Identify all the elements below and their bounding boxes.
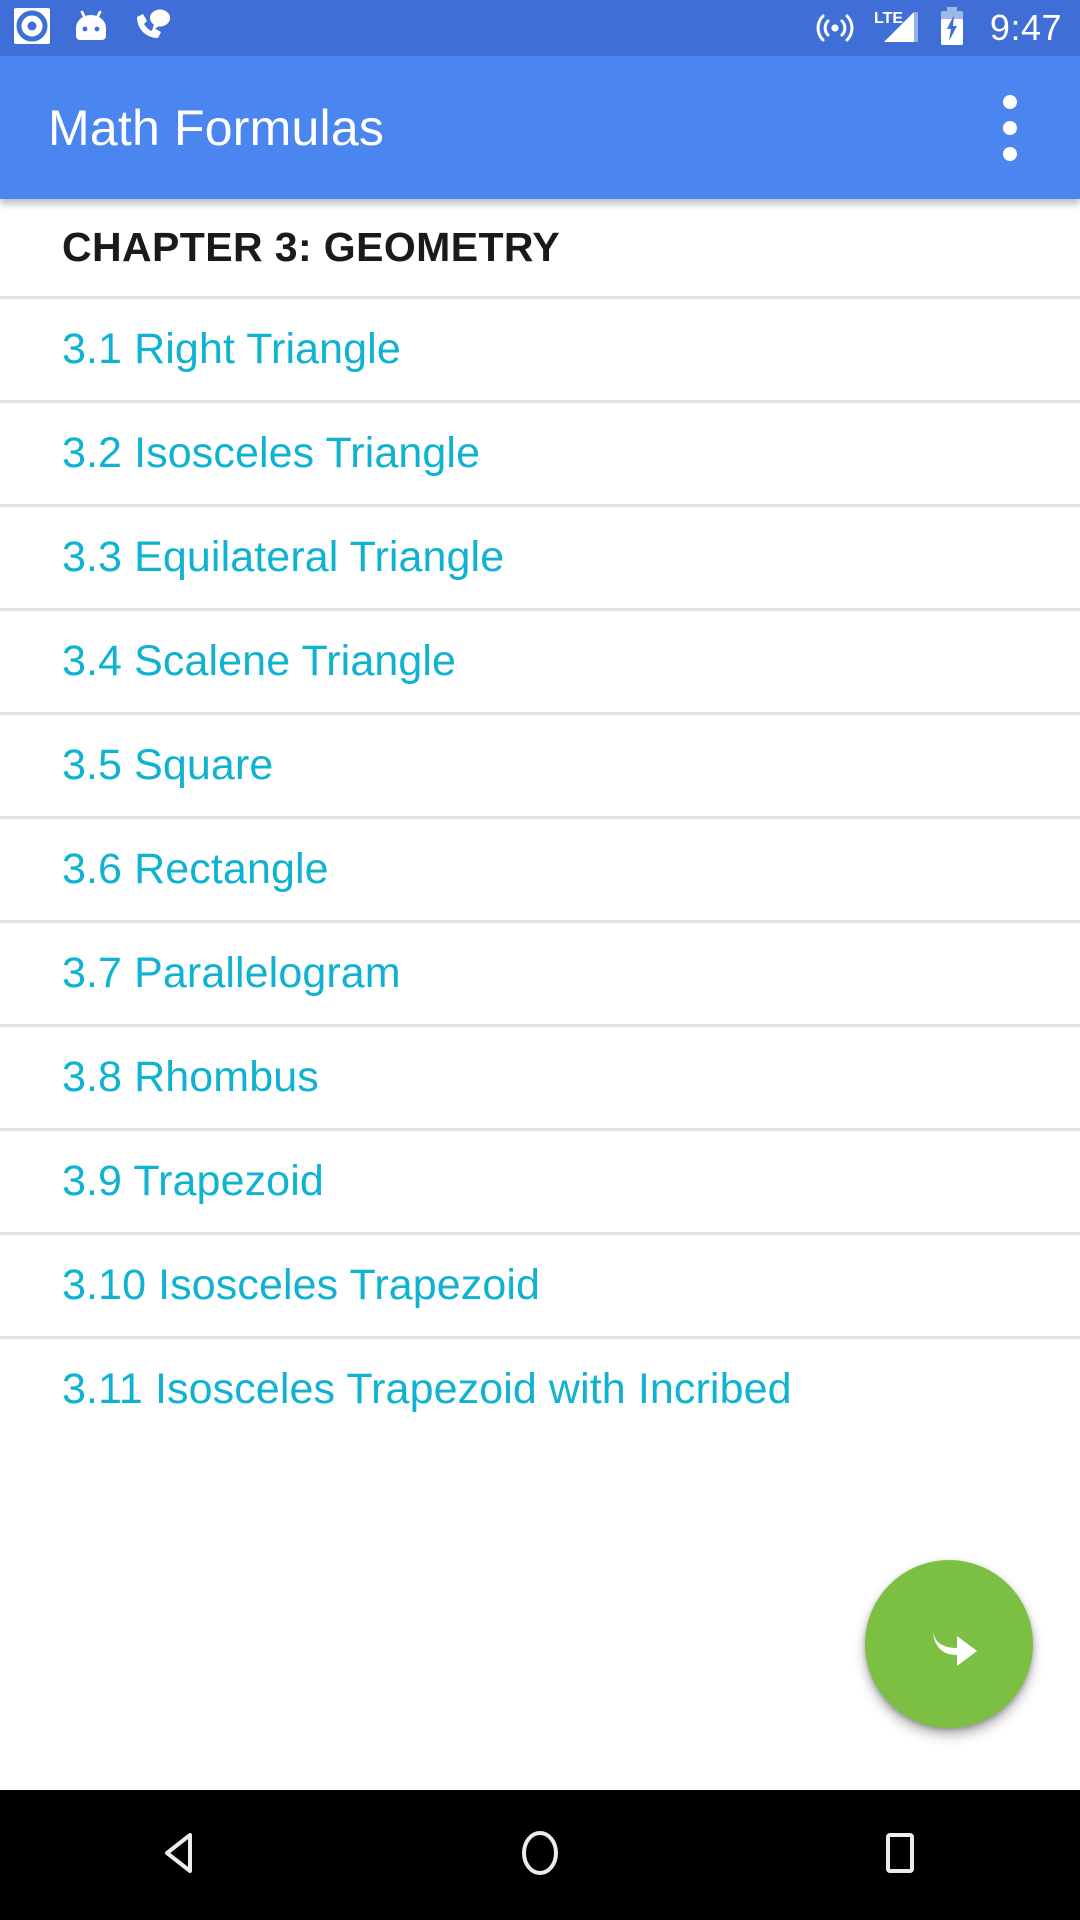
home-button[interactable] — [360, 1790, 720, 1920]
list-item[interactable]: 3.2 Isosceles Triangle — [0, 400, 1080, 504]
lte-signal-icon: LTE — [872, 6, 920, 51]
list-item-label: 3.1 Right Triangle — [62, 325, 401, 373]
list-item-label: 3.11 Isosceles Trapezoid with Incribed — [62, 1365, 792, 1413]
list-item[interactable]: 3.8 Rhombus — [0, 1024, 1080, 1128]
overflow-dot — [1003, 94, 1017, 109]
next-chapter-fab[interactable] — [865, 1560, 1033, 1728]
list-item-label: 3.9 Trapezoid — [62, 1157, 324, 1205]
page-title: Math Formulas — [48, 99, 385, 156]
list-item[interactable]: 3.10 Isosceles Trapezoid — [0, 1232, 1080, 1336]
phone-screen: LTE 9:47 Math Formulas CHAPTER 3: GEOMET… — [0, 0, 1080, 1920]
list-item-label: 3.5 Square — [62, 741, 274, 789]
app-bar: Math Formulas — [0, 56, 1080, 199]
list-item-label: 3.3 Equilateral Triangle — [62, 533, 505, 581]
curved-arrow-right-icon — [907, 1600, 991, 1689]
recents-button[interactable] — [720, 1790, 1080, 1920]
back-button[interactable] — [0, 1790, 360, 1920]
system-navigation-bar — [0, 1790, 1080, 1920]
list-item[interactable]: 3.3 Equilateral Triangle — [0, 504, 1080, 608]
screen-recorder-icon — [14, 7, 50, 49]
list-item[interactable]: 3.9 Trapezoid — [0, 1128, 1080, 1232]
circle-icon — [511, 1824, 569, 1887]
status-bar-left-icons — [14, 7, 172, 49]
list-item-label: 3.7 Parallelogram — [62, 949, 401, 997]
list-item-label: 3.8 Rhombus — [62, 1053, 319, 1101]
overflow-dot — [1003, 120, 1017, 135]
list-item[interactable]: 3.1 Right Triangle — [0, 296, 1080, 400]
missed-call-icon — [132, 8, 172, 49]
hotspot-icon — [816, 7, 854, 50]
status-bar: LTE 9:47 — [0, 0, 1080, 56]
list-item[interactable]: 3.6 Rectangle — [0, 816, 1080, 920]
list-item[interactable]: 3.11 Isosceles Trapezoid with Incribed — [0, 1336, 1080, 1440]
list-item[interactable]: 3.5 Square — [0, 712, 1080, 816]
triangle-left-icon — [151, 1824, 209, 1887]
svg-text:LTE: LTE — [874, 10, 903, 27]
battery-charging-icon — [938, 6, 966, 51]
list-item-label: 3.4 Scalene Triangle — [62, 637, 457, 685]
list-item[interactable]: 3.4 Scalene Triangle — [0, 608, 1080, 712]
square-icon — [871, 1824, 929, 1887]
chapter-list[interactable]: CHAPTER 3: GEOMETRY 3.1 Right Triangle 3… — [0, 199, 1080, 1790]
list-item-label: 3.10 Isosceles Trapezoid — [62, 1261, 541, 1309]
chapter-header: CHAPTER 3: GEOMETRY — [62, 224, 561, 270]
status-bar-right-icons: LTE 9:47 — [816, 6, 1062, 51]
list-item[interactable]: 3.7 Parallelogram — [0, 920, 1080, 1024]
overflow-dot — [1003, 146, 1017, 161]
overflow-menu-icon[interactable] — [974, 83, 1046, 173]
list-item-label: 3.2 Isosceles Triangle — [62, 429, 481, 477]
status-bar-clock: 9:47 — [989, 7, 1062, 48]
android-head-icon — [72, 8, 110, 49]
list-item-label: 3.6 Rectangle — [62, 845, 329, 893]
